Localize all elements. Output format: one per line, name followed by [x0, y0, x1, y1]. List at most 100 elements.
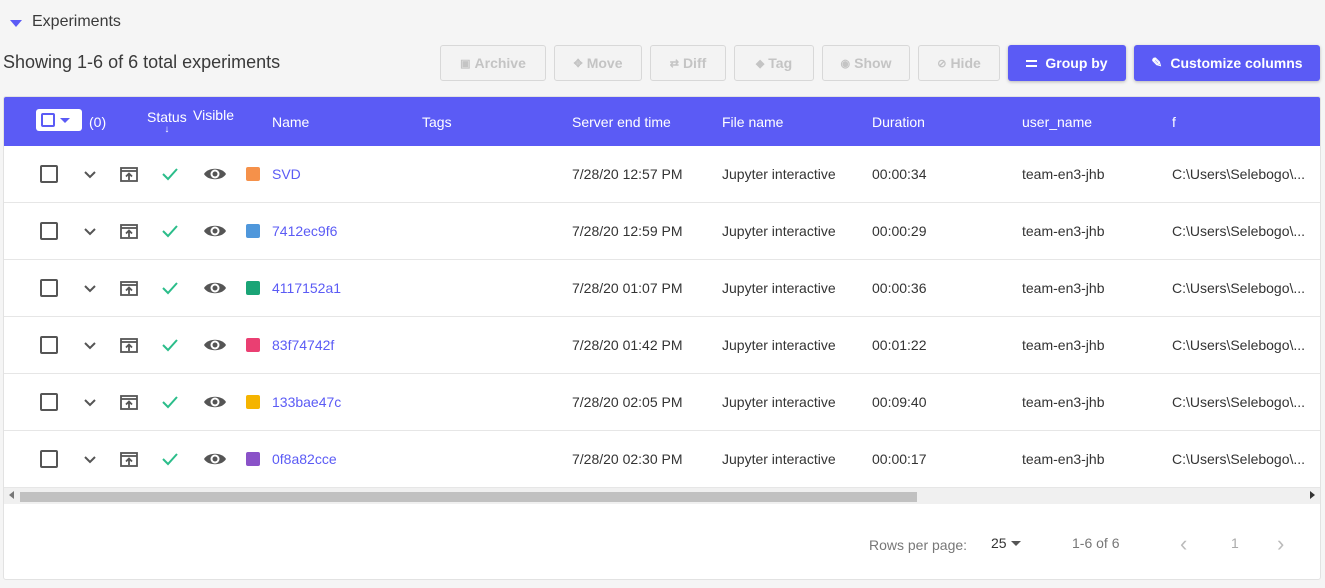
- scroll-right-icon[interactable]: [1310, 491, 1315, 499]
- customize-columns-button[interactable]: ✎ Customize columns: [1134, 45, 1320, 81]
- row-checkbox-cell[interactable]: [40, 146, 58, 202]
- row-checkbox[interactable]: [40, 222, 58, 240]
- open-experiment-button[interactable]: [119, 203, 139, 259]
- table-row[interactable]: 7412ec9f6 7/28/20 12:59 PM Jupyter inter…: [4, 203, 1320, 260]
- row-checkbox[interactable]: [40, 336, 58, 354]
- eye-icon: [204, 282, 226, 294]
- expand-row-button[interactable]: [82, 203, 98, 259]
- visibility-toggle[interactable]: [203, 203, 227, 259]
- duration-column-header[interactable]: Duration: [872, 97, 925, 146]
- row-checkbox[interactable]: [40, 165, 58, 183]
- user-name-column-header[interactable]: user_name: [1022, 97, 1092, 146]
- visibility-toggle[interactable]: [203, 260, 227, 316]
- color-square[interactable]: [246, 224, 260, 238]
- experiment-color-swatch[interactable]: [246, 431, 260, 487]
- open-experiment-button[interactable]: [119, 374, 139, 430]
- status-column-header[interactable]: Status ↓: [147, 97, 187, 146]
- row-checkbox-cell[interactable]: [40, 374, 58, 430]
- experiment-name-link[interactable]: 7412ec9f6: [272, 203, 337, 259]
- checkmark-icon: [162, 396, 178, 409]
- visible-column-header[interactable]: Visible: [193, 97, 234, 139]
- experiment-name-link[interactable]: 133bae47c: [272, 374, 341, 430]
- row-checkbox[interactable]: [40, 450, 58, 468]
- select-all-dropdown[interactable]: [36, 109, 82, 131]
- experiment-name-link[interactable]: 0f8a82cce: [272, 431, 337, 487]
- open-experiment-button[interactable]: [119, 431, 139, 487]
- open-experiment-button[interactable]: [119, 146, 139, 202]
- expand-row-button[interactable]: [82, 431, 98, 487]
- table-row[interactable]: 133bae47c 7/28/20 02:05 PM Jupyter inter…: [4, 374, 1320, 431]
- prev-page-button[interactable]: ‹: [1180, 531, 1187, 557]
- group-by-button[interactable]: Group by: [1008, 45, 1126, 81]
- open-experiment-button[interactable]: [119, 317, 139, 373]
- server-end-time-cell: 7/28/20 12:57 PM: [572, 166, 683, 182]
- color-square[interactable]: [246, 281, 260, 295]
- diff-button[interactable]: ⇄ Diff: [650, 45, 726, 81]
- table-row[interactable]: 0f8a82cce 7/28/20 02:30 PM Jupyter inter…: [4, 431, 1320, 488]
- user-name-cell: team-en3-jhb: [1022, 166, 1105, 182]
- open-in-new-icon: [120, 224, 138, 239]
- experiments-section-header[interactable]: Experiments: [10, 11, 121, 33]
- visibility-toggle[interactable]: [203, 374, 227, 430]
- next-page-button[interactable]: ›: [1277, 531, 1284, 557]
- row-checkbox-cell[interactable]: [40, 317, 58, 373]
- color-square[interactable]: [246, 338, 260, 352]
- tags-column-header[interactable]: Tags: [422, 97, 452, 146]
- rows-per-page-select[interactable]: 25: [991, 535, 1021, 551]
- file-name-cell: Jupyter interactive: [722, 280, 836, 296]
- row-checkbox-cell[interactable]: [40, 431, 58, 487]
- status-cell: [160, 260, 180, 316]
- name-column-header[interactable]: Name: [272, 97, 309, 146]
- server-end-time-column-header[interactable]: Server end time: [572, 97, 671, 146]
- color-square[interactable]: [246, 395, 260, 409]
- sort-down-icon: ↓: [164, 123, 170, 135]
- move-icon: ✥: [573, 57, 583, 70]
- experiments-table-panel: (0) Status ↓ Visible Name Tags Server en…: [3, 96, 1321, 580]
- tag-button[interactable]: ◆ Tag: [734, 45, 814, 81]
- row-checkbox-cell[interactable]: [40, 260, 58, 316]
- scrollbar-thumb[interactable]: [20, 492, 917, 502]
- expand-row-button[interactable]: [82, 374, 98, 430]
- toolbar: ▣ Archive ✥ Move ⇄ Diff ◆ Tag ◉ Show ⊘ H…: [440, 45, 1320, 81]
- experiment-color-swatch[interactable]: [246, 374, 260, 430]
- current-page[interactable]: 1: [1231, 535, 1239, 551]
- color-square[interactable]: [246, 452, 260, 466]
- move-button[interactable]: ✥ Move: [554, 45, 642, 81]
- tag-icon: ◆: [755, 57, 765, 70]
- experiment-name-link[interactable]: 83f74742f: [272, 317, 334, 373]
- status-cell: [160, 317, 180, 373]
- table-row[interactable]: 4117152a1 7/28/20 01:07 PM Jupyter inter…: [4, 260, 1320, 317]
- experiment-name-link[interactable]: 4117152a1: [272, 260, 341, 316]
- archive-button[interactable]: ▣ Archive: [440, 45, 546, 81]
- open-in-new-icon: [120, 281, 138, 296]
- open-experiment-button[interactable]: [119, 260, 139, 316]
- color-square[interactable]: [246, 167, 260, 181]
- experiment-color-swatch[interactable]: [246, 203, 260, 259]
- experiment-color-swatch[interactable]: [246, 146, 260, 202]
- experiment-color-swatch[interactable]: [246, 260, 260, 316]
- scroll-left-icon[interactable]: [9, 491, 14, 499]
- row-checkbox[interactable]: [40, 393, 58, 411]
- visibility-toggle[interactable]: [203, 317, 227, 373]
- experiment-name-link[interactable]: SVD: [272, 146, 301, 202]
- f-column-header[interactable]: f: [1172, 97, 1176, 146]
- horizontal-scrollbar[interactable]: [4, 487, 1320, 504]
- experiments-summary: Showing 1-6 of 6 total experiments: [3, 52, 281, 72]
- expand-row-button[interactable]: [82, 146, 98, 202]
- page-range: 1-6 of 6: [1072, 535, 1120, 551]
- table-row[interactable]: 83f74742f 7/28/20 01:42 PM Jupyter inter…: [4, 317, 1320, 374]
- list-icon: [1026, 59, 1038, 67]
- visibility-toggle[interactable]: [203, 146, 227, 202]
- diff-icon: ⇄: [669, 57, 679, 70]
- file-name-column-header[interactable]: File name: [722, 97, 783, 146]
- hide-button[interactable]: ⊘ Hide: [918, 45, 1000, 81]
- expand-row-button[interactable]: [82, 317, 98, 373]
- row-checkbox[interactable]: [40, 279, 58, 297]
- table-row[interactable]: SVD 7/28/20 12:57 PM Jupyter interactive…: [4, 146, 1320, 203]
- expand-row-button[interactable]: [82, 260, 98, 316]
- show-button[interactable]: ◉ Show: [822, 45, 910, 81]
- experiment-color-swatch[interactable]: [246, 317, 260, 373]
- visibility-toggle[interactable]: [203, 431, 227, 487]
- select-all-checkbox[interactable]: [41, 113, 55, 127]
- row-checkbox-cell[interactable]: [40, 203, 58, 259]
